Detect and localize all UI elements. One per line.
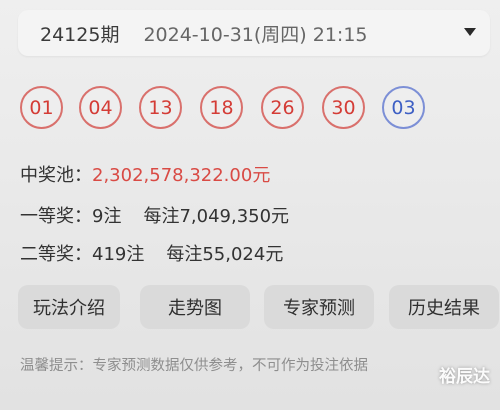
feature-tabs: 玩法介绍 走势图 专家预测 历史结果 — [18, 285, 500, 329]
first-prize-count: 9注 — [92, 206, 122, 227]
red-ball: 04 — [79, 86, 122, 129]
tab-rules[interactable]: 玩法介绍 — [18, 285, 120, 329]
disclaimer-notice: 温馨提示：专家预测数据仅供参考，不可作为投注依据 — [20, 358, 368, 374]
first-prize-label: 一等奖： — [20, 206, 92, 227]
draw-datetime: 2024-10-31(周四) 21:15 — [143, 23, 368, 46]
second-prize-label: 二等奖： — [20, 244, 92, 265]
second-prize-per-bet: 每注55,024元 — [166, 244, 284, 265]
red-ball: 30 — [322, 86, 365, 129]
draw-selector[interactable]: 24125期 2024-10-31(周四) 21:15 — [18, 10, 490, 56]
jackpot-row: 中奖池：2,302,578,322.00元 — [20, 161, 270, 187]
red-ball: 18 — [200, 86, 243, 129]
winning-numbers: 01 04 13 18 26 30 03 — [20, 86, 440, 136]
caret-down-icon[interactable] — [464, 28, 476, 36]
first-prize-row: 一等奖：9注 每注7,049,350元 — [20, 202, 289, 228]
first-prize-per-bet: 每注7,049,350元 — [143, 206, 290, 227]
red-ball: 26 — [261, 86, 304, 129]
jackpot-label: 中奖池： — [20, 165, 92, 186]
second-prize-row: 二等奖：419注 每注55,024元 — [20, 240, 283, 266]
watermark-text: 裕辰达 — [439, 367, 490, 387]
watermark: 裕辰达 — [439, 362, 490, 387]
red-ball: 01 — [20, 86, 63, 129]
tab-trend-chart[interactable]: 走势图 — [140, 285, 250, 329]
second-prize-count: 419注 — [92, 244, 145, 265]
blue-ball: 03 — [382, 86, 425, 129]
issue-number: 24125期 — [40, 23, 120, 46]
tab-expert-prediction[interactable]: 专家预测 — [264, 285, 374, 329]
tab-history-results[interactable]: 历史结果 — [389, 285, 499, 329]
jackpot-value: 2,302,578,322.00元 — [92, 165, 271, 186]
red-ball: 13 — [139, 86, 182, 129]
lottery-result-screen: 24125期 2024-10-31(周四) 21:15 01 04 13 18 … — [0, 0, 500, 410]
